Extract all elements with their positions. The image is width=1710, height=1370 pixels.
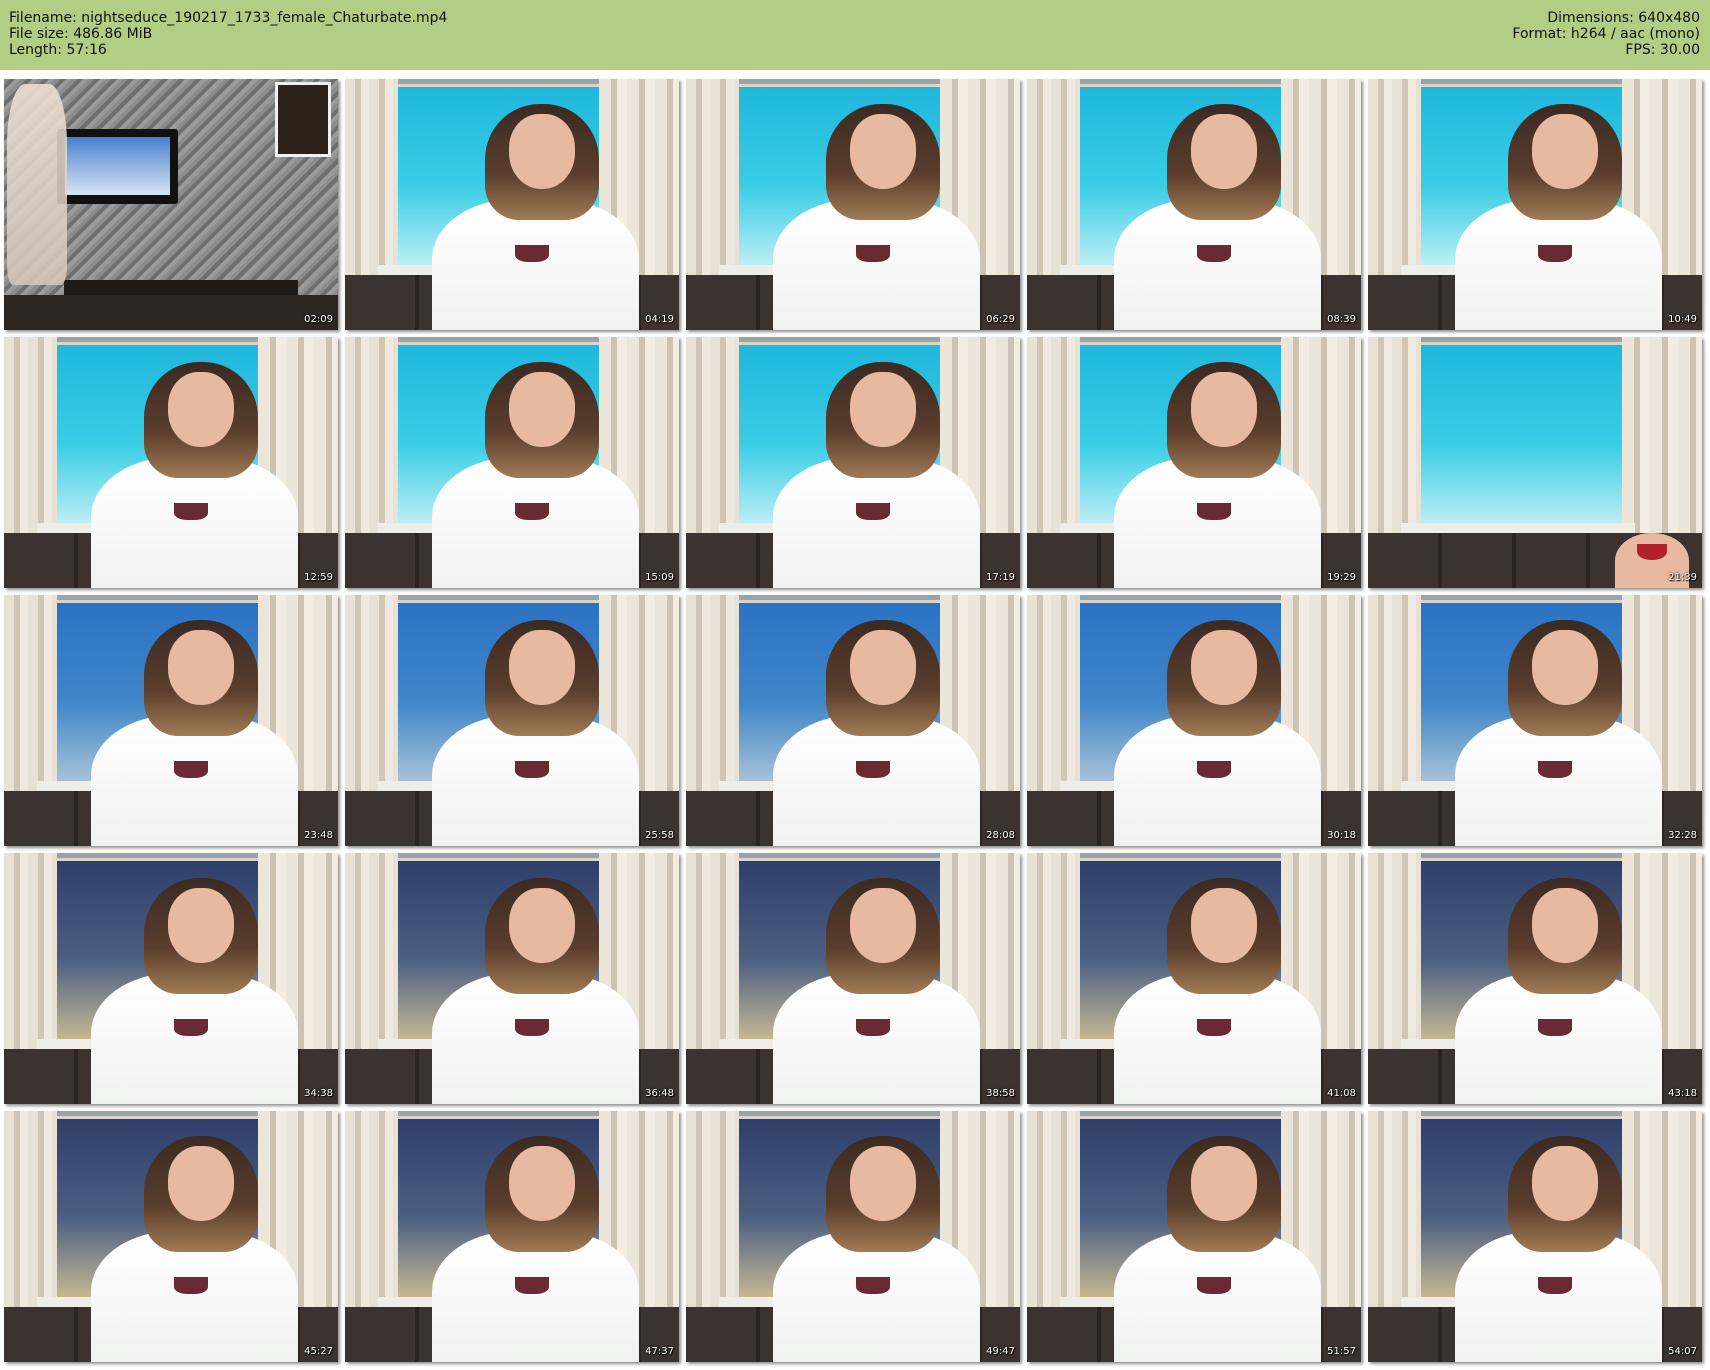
thumbnail-timestamp: 10:49: [1668, 314, 1697, 325]
thumbnail-timestamp: 19:29: [1327, 572, 1356, 583]
thumbnail-frame: [1027, 595, 1361, 846]
video-thumbnail: 17:19: [686, 337, 1020, 588]
video-thumbnail: 47:37: [345, 1111, 679, 1362]
thumbnail-frame: [345, 1111, 679, 1362]
thumbnail-frame: [1027, 853, 1361, 1104]
video-thumbnail: 28:08: [686, 595, 1020, 846]
thumbnail-frame: [686, 595, 1020, 846]
filename-label: Filename: nightseduce_190217_1733_female…: [9, 10, 448, 26]
thumbnail-timestamp: 12:59: [304, 572, 333, 583]
thumbnail-timestamp: 51:57: [1327, 1346, 1356, 1357]
thumbnail-timestamp: 02:09: [304, 314, 333, 325]
thumbnail-grid: 02:09 04:19 06:29 08:39 10:49 12:59 15:09 17:19…: [4, 79, 1704, 1364]
thumbnail-timestamp: 47:37: [645, 1346, 674, 1357]
thumbnail-frame: [345, 595, 679, 846]
video-thumbnail: 12:59: [4, 337, 338, 588]
length-label: Length: 57:16: [9, 42, 107, 58]
thumbnail-frame: [4, 1111, 338, 1362]
thumbnail-frame: [345, 853, 679, 1104]
video-thumbnail: 30:18: [1027, 595, 1361, 846]
video-thumbnail: 08:39: [1027, 79, 1361, 330]
thumbnail-timestamp: 23:48: [304, 830, 333, 841]
thumbnail-timestamp: 41:08: [1327, 1088, 1356, 1099]
thumbnail-frame: [4, 595, 338, 846]
thumbnail-frame: [1368, 1111, 1702, 1362]
video-thumbnail: 41:08: [1027, 853, 1361, 1104]
thumbnail-timestamp: 32:28: [1668, 830, 1697, 841]
format-label: Format: h264 / aac (mono): [1512, 26, 1700, 42]
thumbnail-timestamp: 21:39: [1668, 572, 1697, 583]
thumbnail-timestamp: 38:58: [986, 1088, 1015, 1099]
thumbnail-timestamp: 36:48: [645, 1088, 674, 1099]
thumbnail-timestamp: 43:18: [1668, 1088, 1697, 1099]
video-thumbnail: 43:18: [1368, 853, 1702, 1104]
thumbnail-frame: [4, 79, 338, 330]
filesize-label: File size: 486.86 MiB: [9, 26, 153, 42]
thumbnail-frame: [686, 337, 1020, 588]
thumbnail-frame: [1368, 595, 1702, 846]
video-thumbnail: 23:48: [4, 595, 338, 846]
video-thumbnail: 49:47: [686, 1111, 1020, 1362]
file-info: Filename: nightseduce_190217_1733_female…: [9, 10, 447, 58]
video-thumbnail: 34:38: [4, 853, 338, 1104]
thumbnail-frame: [4, 853, 338, 1104]
info-header: Filename: nightseduce_190217_1733_female…: [0, 0, 1710, 70]
thumbnail-frame: [1368, 853, 1702, 1104]
thumbnail-timestamp: 28:08: [986, 830, 1015, 841]
video-thumbnail: 19:29: [1027, 337, 1361, 588]
video-thumbnail: 25:58: [345, 595, 679, 846]
thumbnail-timestamp: 08:39: [1327, 314, 1356, 325]
thumbnail-timestamp: 25:58: [645, 830, 674, 841]
thumbnail-timestamp: 49:47: [986, 1346, 1015, 1357]
video-thumbnail: 06:29: [686, 79, 1020, 330]
video-thumbnail: 10:49: [1368, 79, 1702, 330]
video-thumbnail: 21:39: [1368, 337, 1702, 588]
video-thumbnail: 54:07: [1368, 1111, 1702, 1362]
thumbnail-timestamp: 17:19: [986, 572, 1015, 583]
thumbnail-timestamp: 54:07: [1668, 1346, 1697, 1357]
video-thumbnail: 04:19: [345, 79, 679, 330]
video-thumbnail: 32:28: [1368, 595, 1702, 846]
thumbnail-timestamp: 34:38: [304, 1088, 333, 1099]
video-thumbnail: 51:57: [1027, 1111, 1361, 1362]
video-thumbnail: 45:27: [4, 1111, 338, 1362]
video-thumbnail: 38:58: [686, 853, 1020, 1104]
video-thumbnail: 15:09: [345, 337, 679, 588]
dimensions-label: Dimensions: 640x480: [1547, 10, 1700, 26]
thumbnail-frame: [1027, 79, 1361, 330]
thumbnail-frame: [686, 79, 1020, 330]
video-thumbnail: 36:48: [345, 853, 679, 1104]
thumbnail-frame: [345, 79, 679, 330]
video-thumbnail: 02:09: [4, 79, 338, 330]
thumbnail-timestamp: 15:09: [645, 572, 674, 583]
thumbnail-frame: [1368, 79, 1702, 330]
thumbnail-timestamp: 45:27: [304, 1346, 333, 1357]
thumbnail-timestamp: 06:29: [986, 314, 1015, 325]
thumbnail-frame: [1027, 1111, 1361, 1362]
thumbnail-frame: [686, 1111, 1020, 1362]
thumbnail-frame: [686, 853, 1020, 1104]
thumbnail-frame: [1368, 337, 1702, 588]
thumbnail-timestamp: 04:19: [645, 314, 674, 325]
thumbnail-frame: [4, 337, 338, 588]
thumbnail-timestamp: 30:18: [1327, 830, 1356, 841]
video-info: Dimensions: 640x480 Format: h264 / aac (…: [1512, 10, 1700, 58]
fps-label: FPS: 30.00: [1625, 42, 1700, 58]
thumbnail-frame: [1027, 337, 1361, 588]
thumbnail-frame: [345, 337, 679, 588]
